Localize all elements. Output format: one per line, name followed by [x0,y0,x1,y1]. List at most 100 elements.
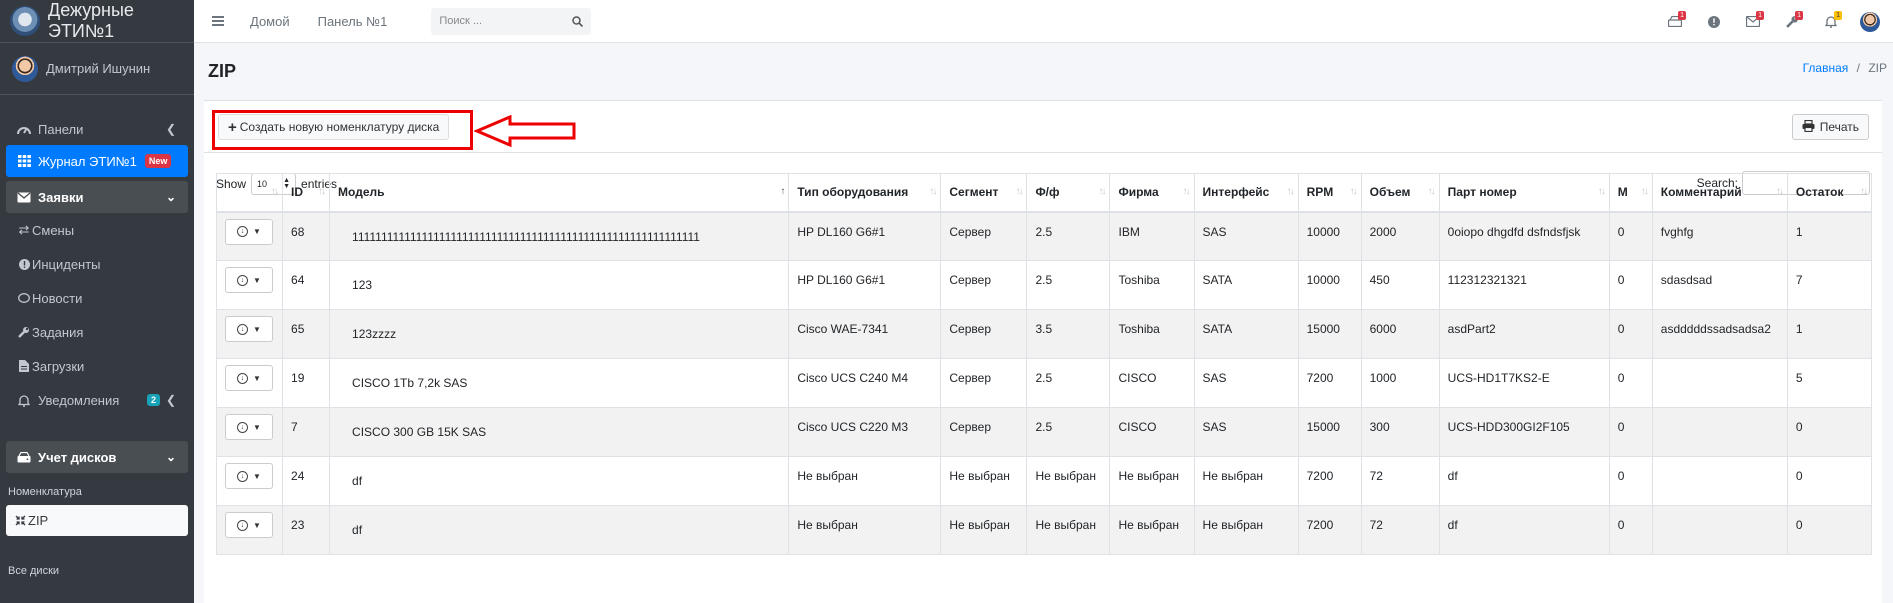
sidebar-item-shifts[interactable]: ⇄ Смены [6,213,188,247]
sort-icon: ↑↓ [1775,186,1784,197]
search-icon[interactable] [572,15,584,27]
row-actions-dropdown[interactable]: ↓ ▼ [225,512,273,538]
brand[interactable]: Дежурные ЭТИ№1 [0,0,194,43]
breadcrumb-home-link[interactable]: Главная [1803,61,1849,75]
sort-icon: ↑↓ [1286,186,1295,197]
col-form-factor[interactable]: Ф/ф ↑↓ [1026,173,1111,213]
cell-vendor: Не выбран [1109,456,1195,506]
envelope-icon[interactable]: 1 [1742,10,1764,33]
col-vendor[interactable]: Фирма ↑↓ [1109,173,1195,213]
table-row[interactable]: ↓ ▼ 19 CISCO 1Tb 7,2k SAS Cisco UCS C240 M4 С… [215,358,1873,408]
table-row[interactable]: ↓ ▼ 7 CISCO 300 GB 15K SAS Cisco UCS C220 M3… [215,407,1873,457]
compress-icon [14,514,26,528]
table-row[interactable]: ↓ ▼ 64 123 HP DL160 G6#1 Сервер 2.5 Toshiba SATA… [215,260,1873,310]
cell-interface: Не выбран [1193,456,1299,506]
sort-icon: ↑↓ [1597,186,1606,197]
col-part-number[interactable]: Парт номер ↑↓ [1438,173,1610,213]
create-nomenclature-button[interactable]: + Создать новую номенклатуру диска [218,114,450,140]
sidebar-item-panels[interactable]: Панели ❮ [6,113,188,145]
cell-id: 65 [282,309,331,359]
plus-icon: + [228,118,237,136]
cell-form-factor: Не выбран [1026,456,1111,506]
cell-model: CISCO 300 GB 15K SAS [329,407,790,457]
alert-circle-icon[interactable] [1703,11,1725,33]
cell-volume: 1000 [1360,358,1440,408]
sidebar-item-label: Учет дисков [38,449,117,465]
sidebar-item-label: Уведомления [38,392,120,408]
envelope-icon [16,190,32,204]
brand-logo-icon [10,6,40,36]
dashboard-icon [16,122,32,136]
row-actions-dropdown[interactable]: ↓ ▼ [225,218,273,245]
cell-model: 1111111111111111111111111111111111111111… [329,211,790,261]
col-volume[interactable]: Объем ↑↓ [1360,173,1440,213]
nav-link-panel[interactable]: Панель №1 [318,14,388,29]
search-input[interactable]: Поиск ... [431,7,592,35]
sidebar-item-disk-accounting[interactable]: Учет дисков ⌄ [6,441,188,473]
col-model[interactable]: Модель ↑ [329,173,790,213]
sidebar-item-journal[interactable]: Журнал ЭТИ№1 New [6,145,188,177]
cell-vendor: Toshiba [1109,260,1195,310]
col-rpm[interactable]: RPM ↑↓ [1297,173,1362,213]
sidebar-item-label: ZIP [28,513,49,528]
col-segment[interactable]: Сегмент ↑↓ [940,173,1028,213]
cell-id: 24 [282,456,331,506]
table-header-row: ↑↓ ID ↑↓ Модель ↑ Тип оборудования ↑↓ Сегме… [215,173,1873,213]
col-remainder[interactable]: Остаток ↑↓ [1786,173,1873,213]
col-id[interactable]: ID ↑↓ [282,173,331,213]
table-row[interactable]: ↓ ▼ 68 111111111111111111111111111111111111… [215,211,1873,261]
col-actions[interactable]: ↑↓ [215,173,284,213]
cell-id: 23 [282,505,331,555]
sidebar-item-notifications[interactable]: Уведомления 2 ❮ [6,383,188,417]
sort-icon: ↑↓ [1640,186,1649,197]
sidebar-item-downloads[interactable]: Загрузки [6,349,188,383]
col-comment[interactable]: Комментарий ↑↓ [1651,173,1788,213]
cell-segment: Сервер [940,211,1028,261]
cell-id: 68 [282,211,331,261]
wrench-icon[interactable]: 1 [1781,10,1803,33]
cell-vendor: CISCO [1109,407,1195,457]
row-actions-dropdown[interactable]: ↓ ▼ [225,316,273,342]
cell-interface: SATA [1193,309,1299,359]
sidebar-item-incidents[interactable]: Инциденты [6,247,188,281]
sort-icon: ↑↓ [929,186,937,197]
create-button-label: Создать новую номенклатуру диска [239,120,440,134]
menu-toggle-icon[interactable] [212,16,224,26]
chat-icon [18,291,30,305]
table-row[interactable]: ↓ ▼ 23 df Не выбран Не выбран Не выбран Не выбр… [215,505,1873,555]
bell-icon[interactable]: 1 [1820,10,1842,33]
cell-vendor: Не выбран [1109,505,1195,555]
sidebar-section-all-disks[interactable]: Все диски [0,556,194,586]
row-actions-dropdown[interactable]: ↓ ▼ [225,267,273,293]
user-avatar[interactable] [1859,11,1881,33]
cell-remainder: 0 [1786,505,1873,555]
row-actions-dropdown[interactable]: ↓ ▼ [225,365,273,391]
cell-comment: asdddddssadsadsa2 [1651,309,1788,359]
sidebar-item-news[interactable]: Новости [6,281,188,315]
cell-volume: 300 [1360,407,1440,457]
table-row[interactable]: ↓ ▼ 65 123zzzz Cisco WAE-7341 Сервер 3.5 Toshib… [215,309,1873,359]
cell-part-number: df [1438,456,1610,506]
cell-actions: ↓ ▼ [215,358,284,408]
sidebar-item-zip[interactable]: ZIP [6,505,188,536]
top-navbar: Домой Панель №1 Поиск ... 1 1 1 1 [194,0,1893,43]
sidebar-item-tasks[interactable]: Задания [6,315,188,349]
user-name[interactable]: Дмитрий Ишунин [46,61,150,76]
print-button[interactable]: Печать [1791,114,1869,140]
col-equipment-type[interactable]: Тип оборудования ↑↓ [788,173,942,213]
sidebar-item-requests[interactable]: Заявки ⌄ [6,181,188,213]
cell-equipment-type: Не выбран [788,456,942,506]
user-panel[interactable]: Дмитрий Ишунин [0,43,194,95]
cell-equipment-type: Cisco WAE-7341 [788,309,942,359]
hdd-notifications-icon[interactable]: 1 [1664,10,1686,33]
col-interface[interactable]: Интерфейс ↑↓ [1193,173,1299,213]
cell-comment [1651,505,1788,555]
row-actions-dropdown[interactable]: ↓ ▼ [225,414,273,440]
cell-m: 0 [1608,260,1653,310]
nav-link-home[interactable]: Домой [250,14,290,29]
col-m[interactable]: М ↑↓ [1608,173,1653,213]
cell-volume: 72 [1360,456,1440,506]
table-row[interactable]: ↓ ▼ 24 df Не выбран Не выбран Не выбран Не выбр… [215,456,1873,506]
avatar [1860,11,1880,32]
row-actions-dropdown[interactable]: ↓ ▼ [225,463,273,489]
